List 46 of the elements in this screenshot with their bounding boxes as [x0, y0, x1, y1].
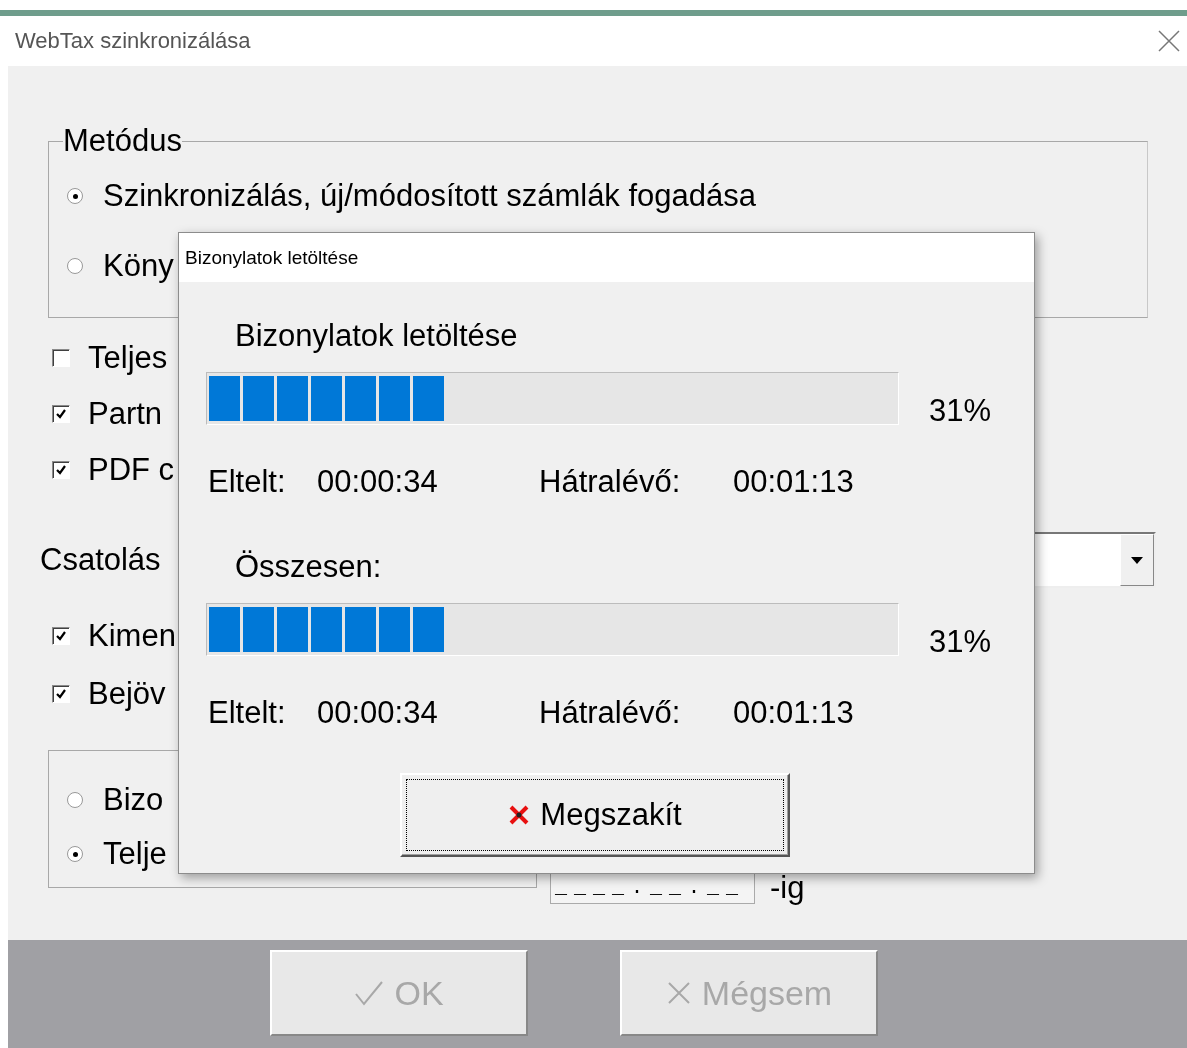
group-title: Metódus	[63, 122, 182, 160]
date-suffix: -ig	[770, 870, 805, 906]
checkbox-label: Partn	[88, 395, 163, 433]
option-label: Telje	[103, 835, 167, 873]
elapsed-label: Eltelt:	[208, 463, 287, 501]
cross-icon	[665, 980, 692, 1006]
checkmark-icon	[55, 408, 67, 420]
caret-icon	[1131, 556, 1143, 564]
remaining-label: Hátralévő:	[539, 694, 682, 732]
elapsed-label: Eltelt:	[208, 694, 287, 732]
elapsed-time: 00:00:34	[317, 463, 439, 501]
radio-button[interactable]	[67, 188, 83, 204]
checkbox-label: PDF c	[88, 451, 175, 489]
remaining-label: Hátralévő:	[539, 463, 682, 501]
progress-percent: 31%	[929, 624, 992, 660]
option-label: Bizo	[103, 781, 164, 819]
check-icon	[354, 979, 385, 1007]
remaining-time: 00:01:13	[733, 694, 855, 732]
progress-heading: Összesen:	[235, 548, 382, 586]
dropdown-button[interactable]	[1120, 534, 1154, 586]
elapsed-time: 00:00:34	[317, 694, 439, 732]
close-icon[interactable]	[1157, 29, 1181, 53]
attachment-label: Csatolás	[40, 542, 161, 578]
checkbox[interactable]	[52, 349, 70, 367]
checkbox-label: Bejöv	[88, 675, 166, 713]
option-label: Köny	[103, 247, 174, 285]
remaining-time: 00:01:13	[733, 463, 855, 501]
dialog-title: Bizonylatok letöltése	[185, 246, 359, 269]
radio-button[interactable]	[67, 258, 83, 274]
radio-button[interactable]	[67, 792, 83, 808]
checkmark-icon	[55, 464, 67, 476]
checkbox[interactable]	[52, 627, 70, 645]
checkbox[interactable]	[52, 685, 70, 703]
checkmark-icon	[55, 688, 67, 700]
checkbox-label: Teljes	[88, 339, 168, 377]
cross-icon	[508, 804, 531, 826]
progress-percent: 31%	[929, 393, 992, 429]
option-label: Szinkronizálás, új/módosított számlák fogadása	[103, 177, 757, 215]
checkbox[interactable]	[52, 405, 70, 423]
radio-button[interactable]	[67, 846, 83, 862]
progress-heading: Bizonylatok letöltése	[235, 317, 518, 355]
window-title: WebTax szinkronizálása	[15, 28, 251, 54]
checkbox-label: Kimen	[88, 617, 176, 655]
abort-button[interactable]: Megszakít	[400, 773, 790, 857]
checkmark-icon	[55, 630, 67, 642]
checkbox[interactable]	[52, 461, 70, 479]
